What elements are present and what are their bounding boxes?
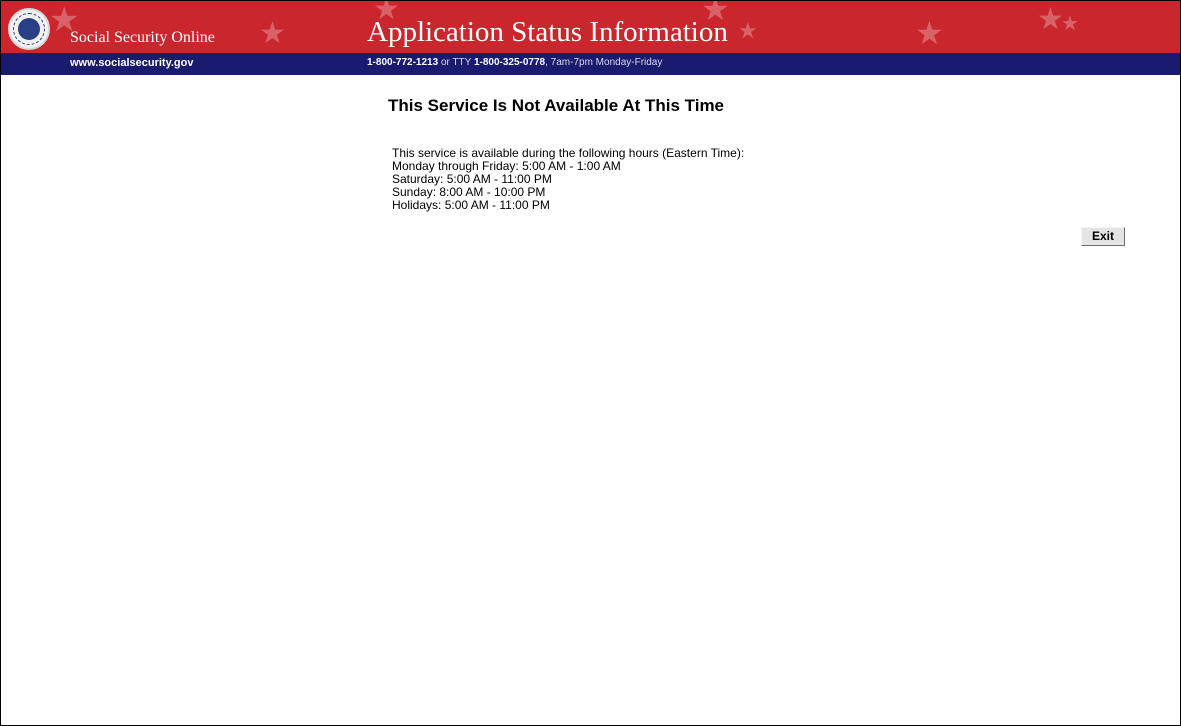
contact-hours: , 7am-7pm Monday-Friday [545,57,663,68]
seal-center [18,18,40,40]
service-hours: This service is available during the fol… [392,147,744,212]
star-decoration-icon: ★ [1061,11,1079,35]
site-url-link[interactable]: www.socialsecurity.gov [70,57,194,69]
header-banner: ★ ★ ★ ★ ★ ★ ★ ★ Social Security Online A… [1,1,1180,53]
phone-or-text: or TTY [438,57,474,68]
star-decoration-icon: ★ [1037,2,1064,37]
notice-heading: This Service Is Not Available At This Ti… [388,96,725,115]
exit-button[interactable]: Exit [1081,227,1125,246]
site-name[interactable]: Social Security Online [70,29,215,47]
star-decoration-icon: ★ [259,16,286,51]
tty-number: 1-800-325-0778 [473,57,546,68]
star-decoration-icon: ★ [915,14,944,52]
contact-info: 1-800-772-1213 or TTY 1-800-325-0778, 7a… [367,57,662,68]
ssa-seal-logo [8,8,50,50]
phone-number: 1-800-772-1213 [367,57,439,68]
contact-bar: www.socialsecurity.gov 1-800-772-1213 or… [1,53,1180,75]
star-decoration-icon: ★ [738,19,758,44]
page-title: Application Status Information [367,16,728,48]
hours-line: Holidays: 5:00 AM - 11:00 PM [392,198,550,212]
page-frame: ★ ★ ★ ★ ★ ★ ★ ★ Social Security Online A… [0,0,1181,726]
